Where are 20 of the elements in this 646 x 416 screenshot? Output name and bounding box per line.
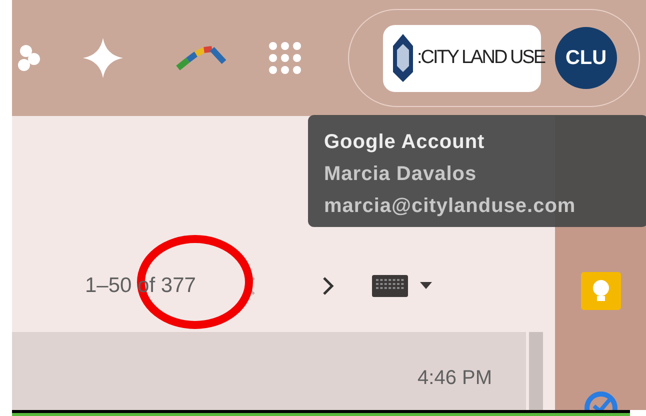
account-name: Marcia Davalos — [324, 162, 478, 187]
lightbulb-icon[interactable] — [580, 272, 620, 310]
arc-logo-icon[interactable] — [176, 44, 228, 72]
sparkle-icon[interactable] — [82, 37, 124, 80]
grid-icon[interactable] — [268, 41, 302, 76]
cube-icon — [391, 32, 415, 84]
chevron-left-icon — [244, 276, 256, 296]
account-avatar[interactable]: CLU — [555, 27, 617, 90]
account-switcher[interactable]: :CITY LAND USE CLU — [348, 9, 640, 108]
chevron-right-icon — [322, 276, 334, 296]
email-row[interactable]: 4:46 PM — [12, 332, 526, 410]
apps-icon[interactable] — [16, 43, 40, 74]
organization-name: :CITY LAND USE — [417, 46, 545, 70]
keyboard-icon — [372, 275, 408, 298]
tooltip-title: Google Account — [324, 130, 486, 155]
input-tools-button[interactable] — [372, 275, 432, 298]
caret-icon — [420, 282, 432, 290]
scrollbar[interactable] — [529, 332, 543, 410]
email-time: 4:46 PM — [418, 366, 492, 392]
account-email: marcia@citylanduse.com — [324, 194, 577, 219]
